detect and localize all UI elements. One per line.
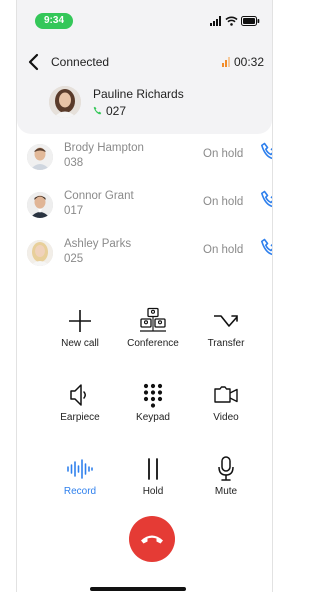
conference-label: Conference <box>127 338 179 349</box>
active-call-contact: Pauline Richards 027 <box>49 84 184 120</box>
record-label: Record <box>63 486 97 497</box>
avatar <box>27 240 53 266</box>
held-call-row[interactable]: Connor Grant 017 On hold <box>17 186 272 234</box>
earpiece-button[interactable]: Earpiece <box>45 380 115 423</box>
earpiece-label: Earpiece <box>60 412 100 423</box>
swap-call-icon[interactable] <box>258 237 273 259</box>
avatar <box>49 86 81 118</box>
status-time: 9:34 <box>35 13 73 29</box>
video-button[interactable]: Video <box>191 380 261 423</box>
home-indicator <box>90 587 186 591</box>
keypad-icon <box>143 383 163 408</box>
end-call-button[interactable] <box>129 516 175 562</box>
waveform-icon <box>67 459 93 479</box>
hang-up-icon <box>141 535 163 544</box>
earpiece-icon <box>70 384 86 406</box>
call-state-title: Connected <box>51 55 110 69</box>
active-contact-ext: 027 <box>106 103 127 118</box>
active-contact-name: Pauline Richards <box>93 86 184 101</box>
swap-call-icon[interactable] <box>258 141 273 163</box>
avatar <box>27 192 53 218</box>
pause-icon <box>148 458 158 480</box>
call-header-panel: 9:34 Connected 00:32 Pauline Richards 02… <box>17 0 272 134</box>
call-duration-text: 00:32 <box>233 55 264 69</box>
video-label: Video <box>213 412 239 423</box>
microphone-icon <box>218 456 234 481</box>
held-contact-ext: 038 <box>64 157 84 169</box>
call-duration: 00:32 <box>221 55 264 69</box>
held-contact-ext: 025 <box>64 253 84 265</box>
back-arrow-icon[interactable] <box>25 52 43 72</box>
cellular-signal-icon <box>210 16 221 26</box>
mute-label: Mute <box>214 486 238 497</box>
transfer-label: Transfer <box>207 338 245 349</box>
held-contact-name: Connor Grant <box>64 190 134 202</box>
hold-label: Hold <box>142 486 164 497</box>
hold-status: On hold <box>203 244 244 256</box>
record-button[interactable]: Record <box>45 454 115 497</box>
battery-icon <box>241 16 260 26</box>
held-contact-name: Brody Hampton <box>64 142 144 154</box>
status-bar: 9:34 <box>17 0 272 40</box>
phone-screen: 9:34 Connected 00:32 Pauline Richards 02… <box>16 0 273 592</box>
held-call-row[interactable]: Ashley Parks 025 On hold <box>17 234 272 282</box>
new-call-label: New call <box>61 338 99 349</box>
keypad-label: Keypad <box>136 412 170 423</box>
transfer-button[interactable]: Transfer <box>191 306 261 349</box>
status-icons <box>210 14 260 28</box>
video-camera-icon <box>214 386 238 403</box>
held-contact-ext: 017 <box>64 205 84 217</box>
avatar <box>27 144 53 170</box>
swap-call-icon[interactable] <box>258 189 273 211</box>
conference-icon <box>140 307 166 332</box>
call-header: Connected 00:32 <box>17 50 272 74</box>
hold-status: On hold <box>203 196 244 208</box>
plus-icon <box>69 310 91 332</box>
phone-handset-icon <box>93 106 102 115</box>
new-call-button[interactable]: New call <box>45 306 115 349</box>
keypad-button[interactable]: Keypad <box>118 380 188 423</box>
conference-button[interactable]: Conference <box>118 306 188 349</box>
mute-button[interactable]: Mute <box>191 454 261 497</box>
hold-status: On hold <box>203 148 244 160</box>
hold-button[interactable]: Hold <box>118 454 188 497</box>
transfer-icon <box>214 315 238 327</box>
held-contact-name: Ashley Parks <box>64 238 132 250</box>
call-quality-icon <box>221 57 230 67</box>
held-call-row[interactable]: Brody Hampton 038 On hold <box>17 138 272 186</box>
wifi-icon <box>225 16 238 26</box>
